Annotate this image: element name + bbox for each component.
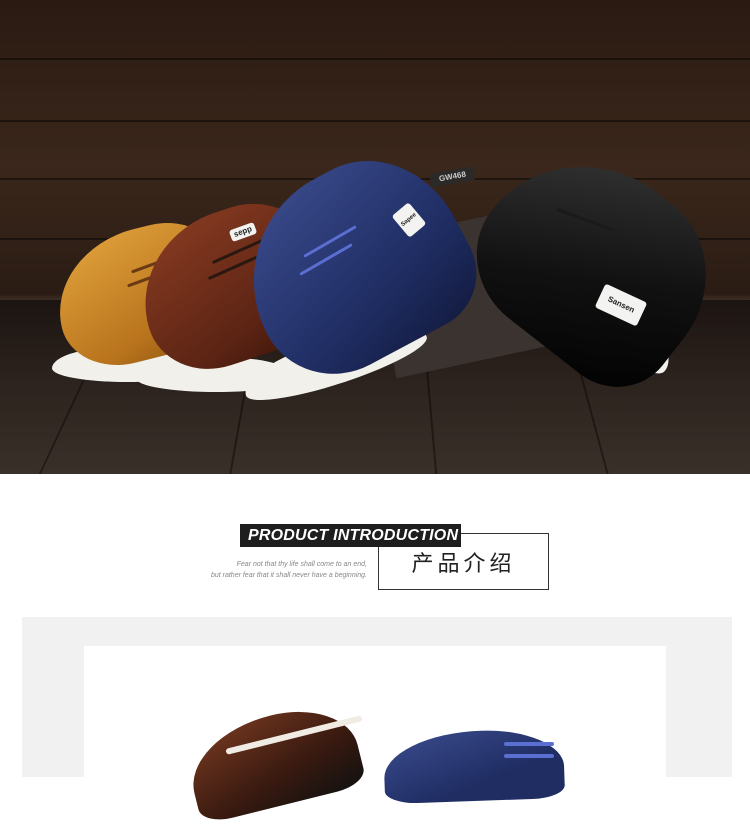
- navy-shoe-bottom: [382, 727, 566, 805]
- section-subtitle: Fear not that thy life shall come to an …: [211, 559, 367, 581]
- section-title-cn: 产品介绍: [411, 551, 516, 577]
- brown-black-shoes: [180, 696, 368, 825]
- hero-product-photo: GW468 sepp Sapee Sansen: [0, 0, 750, 474]
- section-subtitle-line2: but rather fear that it shall never have…: [210, 572, 367, 579]
- shoebox-label: GW468: [429, 166, 476, 188]
- section-subtitle-line1: Fear not that thy life shall come to an …: [236, 561, 367, 568]
- product-image-card: [84, 646, 666, 825]
